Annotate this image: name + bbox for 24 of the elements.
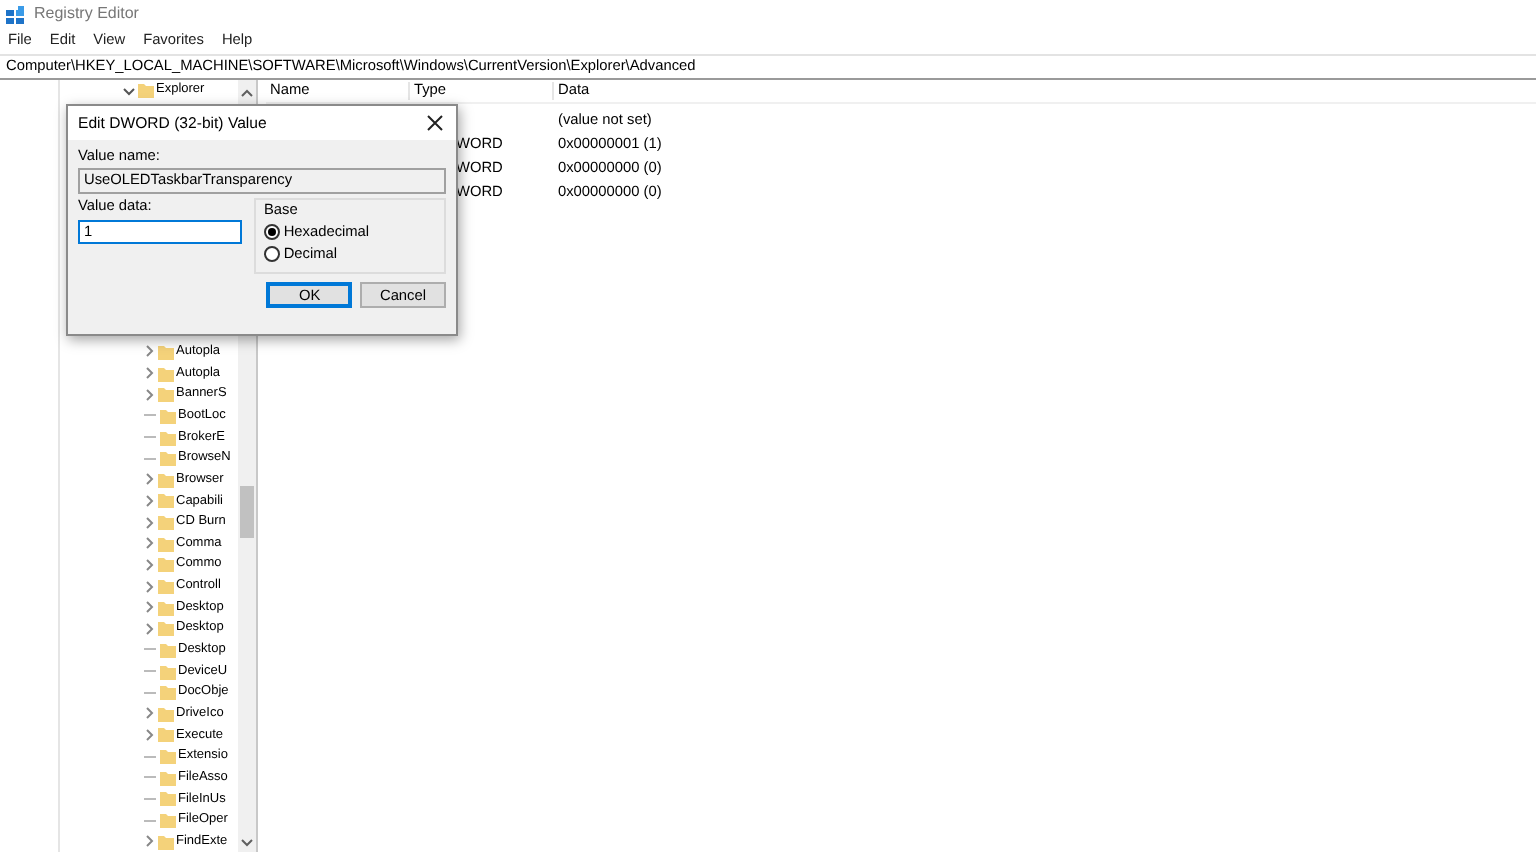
chevron-icon[interactable]: [142, 344, 156, 359]
chevron-icon[interactable]: [142, 579, 156, 593]
scroll-thumb[interactable]: [240, 486, 254, 538]
chevron-icon[interactable]: [142, 472, 156, 487]
scroll-up-icon[interactable]: [240, 88, 254, 100]
chevron-icon[interactable]: [122, 83, 136, 98]
chevron-icon[interactable]: [142, 621, 156, 636]
chevron-icon[interactable]: [142, 387, 156, 402]
app-icon: [6, 5, 24, 23]
chevron-icon[interactable]: [142, 515, 156, 530]
chevron-icon[interactable]: [142, 536, 156, 551]
window-title: Registry Editor: [34, 4, 139, 24]
chevron-icon[interactable]: [142, 834, 156, 849]
radio-button[interactable]: [264, 246, 280, 263]
chevron-icon[interactable]: [142, 727, 156, 742]
chevron-icon[interactable]: [142, 366, 156, 381]
chevron-icon[interactable]: [142, 557, 156, 572]
chevron-icon[interactable]: [142, 600, 156, 615]
chevron-icon[interactable]: [142, 493, 156, 508]
scroll-down-icon[interactable]: [240, 836, 254, 848]
radio-button[interactable]: [264, 224, 280, 241]
chevron-icon[interactable]: [142, 706, 156, 721]
close-icon[interactable]: [426, 114, 444, 132]
folder-icon: [138, 82, 154, 99]
